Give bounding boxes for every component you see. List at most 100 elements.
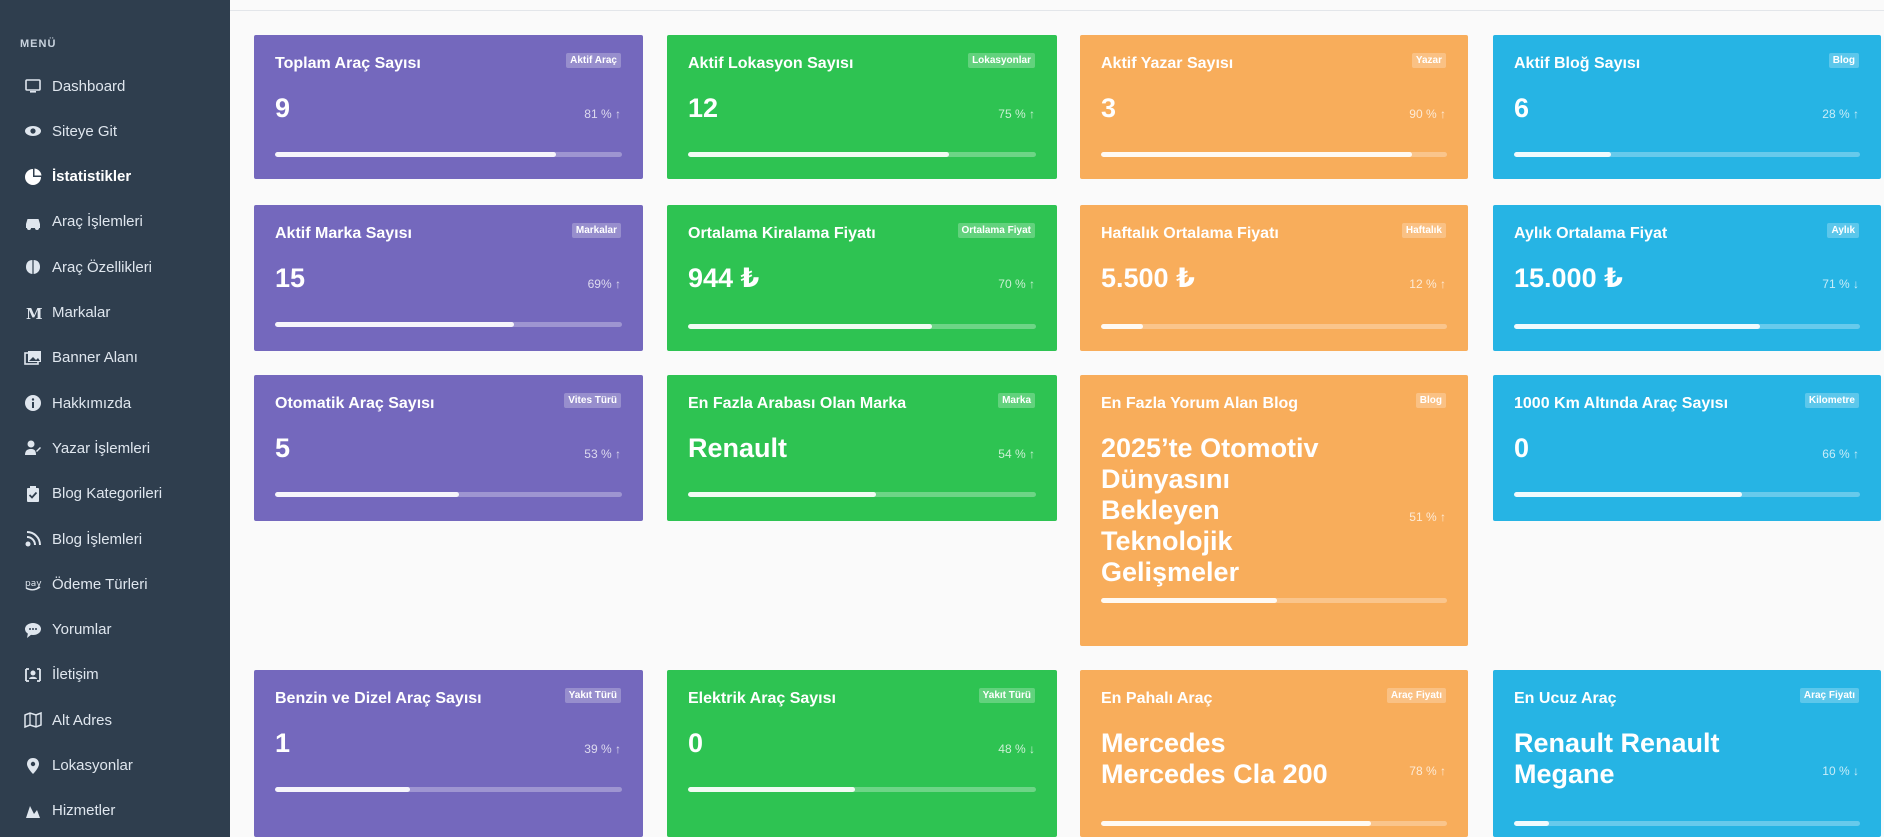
sidebar-item-3[interactable]: İstatistikler: [0, 157, 230, 197]
sidebar-item-12[interactable]: pay Ödeme Türleri: [0, 564, 230, 604]
stat-card-value: 15.000 ₺: [1514, 263, 1623, 293]
stat-card-title: En Ucuz Araç: [1514, 690, 1617, 707]
arrow-down-icon: ↓: [1025, 742, 1035, 756]
stat-card-badge: Blog: [1415, 393, 1446, 408]
stat-card-value: 0: [688, 728, 704, 758]
stat-card-badge: Yakıt Türü: [978, 688, 1035, 703]
progress-fill: [275, 152, 557, 157]
sidebar-item-9[interactable]: Yazar İşlemleri: [0, 428, 230, 468]
stat-card: Aylık Ortalama Fiyat Aylık 15.000 ₺ 71 % ↓: [1493, 205, 1881, 351]
percent-label: 71 %: [1822, 277, 1850, 291]
percent-label: 12 %: [1409, 277, 1437, 291]
sidebar-item-16[interactable]: Lokasyonlar: [0, 746, 230, 786]
top-divider: [230, 10, 1884, 11]
stat-card-percent: 70 % ↑: [998, 277, 1035, 291]
stat-card-badge: Aktif Araç: [566, 53, 621, 68]
sidebar-item-5[interactable]: Araç Özellikleri: [0, 247, 230, 287]
stat-card: Benzin ve Dizel Araç Sayısı Yakıt Türü 1 39…: [254, 670, 643, 837]
stat-card-percent: 71 % ↓: [1822, 277, 1859, 291]
stat-card-badge: Aylık: [1827, 223, 1859, 238]
percent-label: 10 %: [1822, 764, 1850, 778]
stat-card-title: Ortalama Kiralama Fiyatı: [688, 225, 876, 242]
sidebar-item-8[interactable]: Hakkımızda: [0, 383, 230, 423]
stat-card: Aktif Marka Sayısı Markalar 15 69% ↑: [254, 205, 643, 351]
arrow-up-icon: ↑: [1436, 277, 1446, 291]
stat-card-badge: Yazar: [1411, 53, 1446, 68]
progress-bar: [1514, 152, 1860, 157]
progress-fill: [275, 322, 515, 327]
sidebar-item-14[interactable]: İletişim: [0, 655, 230, 695]
sidebar-item-10[interactable]: Blog Kategorileri: [0, 474, 230, 514]
sidebar-item-label: Hakkımızda: [52, 394, 132, 412]
progress-fill: [688, 787, 856, 792]
percent-label: 75 %: [998, 107, 1026, 121]
stat-card: 1000 Km Altında Araç Sayısı Kilometre 0 66 …: [1493, 375, 1881, 521]
percent-label: 78 %: [1409, 764, 1437, 778]
images-icon: [22, 347, 44, 369]
sidebar-item-6[interactable]: M Markalar: [0, 293, 230, 333]
progress-fill: [1101, 324, 1143, 329]
progress-bar: [1514, 821, 1860, 826]
sidebar-item-label: Ödeme Türleri: [52, 575, 148, 593]
sidebar-item-13[interactable]: Yorumlar: [0, 610, 230, 650]
sidebar-item-15[interactable]: Alt Adres: [0, 700, 230, 740]
progress-bar: [275, 492, 622, 497]
progress-fill: [1514, 152, 1611, 157]
arrow-up-icon: ↑: [1436, 107, 1446, 121]
stat-card-value: Mercedes Mercedes Cla 200: [1101, 728, 1328, 789]
sidebar-item-label: İletişim: [52, 666, 99, 684]
stat-card-value: 12: [688, 93, 719, 123]
percent-label: 69%: [587, 277, 612, 291]
percent-label: 90 %: [1409, 107, 1437, 121]
stat-card-badge: Kilometre: [1804, 393, 1859, 408]
stat-card: Aktif Lokasyon Sayısı Lokasyonlar 12 75 % ↑: [667, 35, 1057, 179]
stat-card-title: En Fazla Arabası Olan Marka: [688, 395, 907, 412]
info-icon: [22, 392, 44, 414]
stat-card-percent: 12 % ↑: [1409, 277, 1446, 291]
sidebar-item-label: Blog İşlemleri: [52, 530, 143, 548]
car-icon: [22, 211, 44, 233]
progress-bar: [275, 152, 622, 157]
sidebar-item-label: Dashboard: [52, 77, 126, 95]
sidebar-item-7[interactable]: Banner Alanı: [0, 338, 230, 378]
sidebar-item-17[interactable]: Hizmetler: [0, 791, 230, 831]
progress-fill: [1514, 492, 1743, 497]
percent-label: 48 %: [998, 742, 1026, 756]
stat-card-percent: 28 % ↑: [1822, 107, 1859, 121]
arrow-up-icon: ↑: [1436, 510, 1446, 524]
sidebar-item-1[interactable]: Dashboard: [0, 66, 230, 106]
map-marker-icon: [22, 755, 44, 777]
sidebar-item-label: Markalar: [52, 304, 111, 321]
percent-label: 39 %: [584, 742, 612, 756]
sidebar-item-4[interactable]: Araç İşlemleri: [0, 202, 230, 242]
stat-card-badge: Araç Fiyatı: [1799, 688, 1859, 703]
arrow-up-icon: ↑: [1025, 107, 1035, 121]
menu-title: MENÜ: [20, 38, 57, 50]
sidebar-item-label: Lokasyonlar: [52, 757, 133, 774]
stat-card-value: 5: [275, 433, 291, 463]
stat-card-title: 1000 Km Altında Araç Sayısı: [1514, 395, 1729, 412]
stat-card-title: En Fazla Yorum Alan Blog: [1101, 395, 1299, 412]
stat-card-badge: Ortalama Fiyat: [957, 223, 1035, 238]
sidebar: MENÜ Dashboard Siteye Git İstatistikler Ara…: [0, 0, 230, 837]
sidebar-item-2[interactable]: Siteye Git: [0, 111, 230, 151]
stat-card-value: 9: [275, 93, 291, 123]
stat-card-value: 1: [275, 728, 291, 758]
arrow-up-icon: ↑: [1025, 447, 1035, 461]
arrow-up-icon: ↑: [611, 447, 621, 461]
progress-fill: [275, 492, 459, 497]
stat-card: Elektrik Araç Sayısı Yakıt Türü 0 48 % ↓: [667, 670, 1057, 837]
arrow-up-icon: ↑: [1436, 764, 1446, 778]
progress-fill: [688, 152, 949, 157]
sidebar-item-11[interactable]: Blog İşlemleri: [0, 519, 230, 559]
progress-bar: [275, 787, 622, 792]
stat-card-percent: 81 % ↑: [584, 107, 621, 121]
blog-icon: [22, 528, 44, 550]
pie-chart-icon: [22, 166, 44, 188]
contact-card-icon: [22, 664, 44, 686]
stat-card-percent: 39 % ↑: [584, 742, 621, 756]
progress-fill: [688, 324, 932, 329]
brain-icon: [22, 256, 44, 278]
stat-card-title: Haftalık Ortalama Fiyatı: [1101, 225, 1279, 242]
progress-bar: [1101, 598, 1447, 603]
